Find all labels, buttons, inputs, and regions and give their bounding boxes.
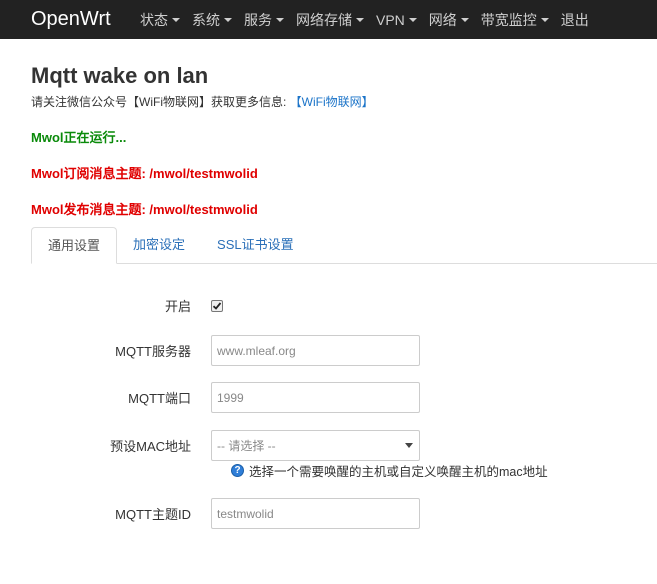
brand-logo[interactable]: OpenWrt [0,8,134,31]
page-title: Mqtt wake on lan [31,63,209,88]
topic-id-row: MQTT主题ID testmwolid [0,498,657,529]
mac-row: 预设MAC地址 -- 请选择 -- [0,430,657,461]
topic-id-label: MQTT主题ID [115,507,191,522]
nav-network-label: 网络 [428,11,457,28]
topic-id-input[interactable]: testmwolid [211,498,420,529]
top-navbar: OpenWrt 状态 系统 服务 网络存储 VPN 网络 带宽监控 退出 [0,0,657,39]
caret-down-icon [408,17,417,22]
main-content: Mqtt wake on lan 请关注微信公众号【WiFi物联网】获取更多信息… [0,39,657,218]
caret-down-icon [276,17,284,22]
nav-status-label: 状态 [140,11,168,28]
port-input[interactable]: 1999 [211,382,420,413]
status-subscribe-topic: Mwol订阅消息主题: /mwol/testmwolid [31,166,258,181]
nav-network[interactable]: 网络 [423,0,475,39]
enable-label: 开启 [164,299,191,314]
mac-help-text: 选择一个需要唤醒的主机或自定义唤醒主机的mac地址 [249,465,548,479]
nav-services-label: 服务 [244,11,272,28]
status-running: Mwol正在运行... [31,130,127,145]
nav-bandwidth[interactable]: 带宽监控 [475,0,555,39]
caret-down-icon [356,17,364,22]
tab-ssl[interactable]: SSL证书设置 [201,227,310,263]
settings-tabs: 通用设置 加密设定 SSL证书设置 [31,227,657,264]
nav-logout-label: 退出 [560,11,589,28]
tab-encryption[interactable]: 加密设定 [117,227,201,263]
subtitle-text: 请关注微信公众号【WiFi物联网】获取更多信息: [31,95,290,109]
nav-services[interactable]: 服务 [238,0,290,39]
main-nav: 状态 系统 服务 网络存储 VPN 网络 带宽监控 退出 [134,0,595,39]
nav-status[interactable]: 状态 [134,0,186,39]
caret-down-icon [224,17,232,22]
server-input[interactable]: www.mleaf.org [211,335,420,366]
page-subtitle: 请关注微信公众号【WiFi物联网】获取更多信息: 【WiFi物联网】 [31,94,626,110]
nav-system[interactable]: 系统 [186,0,238,39]
port-row: MQTT端口 1999 [0,382,657,413]
server-row: MQTT服务器 www.mleaf.org [0,335,657,366]
nav-system-label: 系统 [192,11,220,28]
mac-help: ? 选择一个需要唤醒的主机或自定义唤醒主机的mac地址 [231,461,548,480]
nav-logout[interactable]: 退出 [555,0,595,39]
nav-vpn-label: VPN [376,11,405,28]
caret-down-icon [460,17,469,22]
mac-label: 预设MAC地址 [110,439,191,454]
wechat-link[interactable]: 【WiFi物联网】 [290,95,374,109]
status-publish-topic: Mwol发布消息主题: /mwol/testmwolid [31,202,258,217]
caret-down-icon [172,17,180,22]
caret-down-icon [540,17,549,22]
dropdown-arrow-icon [405,443,413,448]
server-label: MQTT服务器 [115,344,191,359]
help-question-icon: ? [231,464,244,477]
enable-row: 开启 [0,296,657,315]
enable-checkbox[interactable] [211,299,223,312]
port-label: MQTT端口 [128,391,191,406]
nav-nas-label: 网络存储 [296,11,352,28]
mac-select[interactable]: -- 请选择 -- [211,430,420,461]
mac-select-value: -- 请选择 -- [217,439,276,453]
checkmark-icon [212,301,222,310]
nav-bandwidth-label: 带宽监控 [480,11,537,28]
tab-general[interactable]: 通用设置 [31,227,118,264]
nav-nas[interactable]: 网络存储 [290,0,370,39]
nav-vpn[interactable]: VPN [370,0,423,39]
